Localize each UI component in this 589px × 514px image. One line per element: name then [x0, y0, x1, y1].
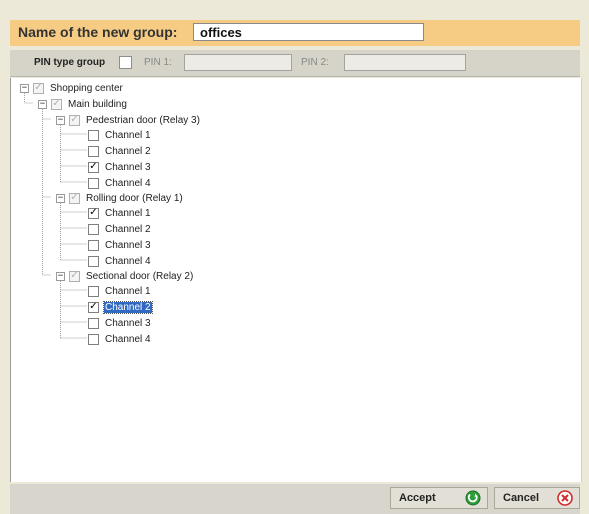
tree-node-pedestrian-door[interactable]: − ✓ Pedestrian door (Relay 3) [56, 112, 201, 128]
tree-node-label: Main building [68, 98, 127, 110]
collapse-icon[interactable]: − [56, 193, 65, 203]
tree-node-label: Sectional door (Relay 2) [86, 270, 194, 282]
channel-checkbox[interactable] [88, 239, 99, 251]
tree-checkbox[interactable]: ✓ [69, 114, 80, 126]
channel-checkbox[interactable]: ✓ [88, 161, 99, 173]
pin-settings-bar: PIN type group PIN 1: PIN 2: [10, 50, 580, 77]
tree-node-sectional-door[interactable]: − ✓ Sectional door (Relay 2) [56, 268, 194, 284]
tree-channel-item[interactable]: Channel 2 [88, 143, 152, 159]
channel-checkbox[interactable] [88, 129, 99, 141]
tree-channel-item[interactable]: ✓ Channel 3 [88, 159, 152, 175]
channel-label: Channel 1 [105, 285, 151, 297]
tree-node-rolling-door[interactable]: − ✓ Rolling door (Relay 1) [56, 190, 184, 206]
channel-label: Channel 4 [105, 255, 151, 267]
green-ok-icon [465, 490, 481, 506]
channel-checkbox[interactable] [88, 223, 99, 235]
pin-type-group-label: PIN type group [34, 57, 106, 68]
accept-button-label: Accept [399, 492, 436, 504]
channel-checkbox[interactable] [88, 177, 99, 189]
tree-node-main-building[interactable]: − ✓ Main building [38, 96, 128, 112]
channel-label: Channel 1 [105, 129, 151, 141]
tree-node-label: Rolling door (Relay 1) [86, 192, 183, 204]
channel-checkbox[interactable]: ✓ [88, 301, 99, 313]
tree-channel-item-selected[interactable]: ✓ Channel 2 [88, 299, 153, 315]
tree-channel-item[interactable]: Channel 1 [88, 127, 152, 143]
pin2-label: PIN 2: [301, 57, 329, 68]
tree-node-shopping-center[interactable]: − ✓ Shopping center [20, 80, 124, 96]
channel-label: Channel 3 [105, 317, 151, 329]
channel-label: Channel 3 [105, 239, 151, 251]
tree-channel-item[interactable]: Channel 1 [88, 283, 152, 299]
channel-label: Channel 2 [103, 300, 153, 314]
channel-checkbox[interactable] [88, 285, 99, 297]
tree-channel-item[interactable]: Channel 3 [88, 315, 152, 331]
channel-checkbox[interactable] [88, 255, 99, 267]
cancel-button[interactable]: Cancel [494, 487, 580, 509]
tree-node-label: Shopping center [50, 82, 123, 94]
channel-label: Channel 2 [105, 145, 151, 157]
channel-checkbox[interactable]: ✓ [88, 207, 99, 219]
pin1-input[interactable] [184, 54, 292, 71]
access-tree: − ✓ Shopping center − ✓ Main building − … [10, 78, 582, 482]
tree-channel-item[interactable]: Channel 4 [88, 253, 152, 269]
channel-checkbox[interactable] [88, 145, 99, 157]
channel-label: Channel 3 [105, 161, 151, 173]
tree-checkbox[interactable]: ✓ [69, 270, 80, 282]
tree-node-label: Pedestrian door (Relay 3) [86, 114, 200, 126]
tree-channel-item[interactable]: Channel 4 [88, 175, 152, 191]
channel-label: Channel 2 [105, 223, 151, 235]
collapse-icon[interactable]: − [56, 271, 65, 281]
cancel-button-label: Cancel [503, 492, 540, 504]
channel-checkbox[interactable] [88, 317, 99, 329]
tree-checkbox[interactable]: ✓ [33, 82, 44, 94]
tree-channel-item[interactable]: Channel 4 [88, 331, 152, 347]
channel-label: Channel 1 [105, 207, 151, 219]
channel-label: Channel 4 [105, 333, 151, 345]
collapse-icon[interactable]: − [56, 115, 65, 125]
channel-label: Channel 4 [105, 177, 151, 189]
accept-button[interactable]: Accept [390, 487, 488, 509]
pin2-input[interactable] [344, 54, 466, 71]
pin-type-group-checkbox[interactable] [119, 56, 132, 69]
group-name-label: Name of the new group: [18, 24, 178, 40]
tree-channel-item[interactable]: Channel 2 [88, 221, 152, 237]
tree-channel-item[interactable]: Channel 3 [88, 237, 152, 253]
dialog-footer: Accept Cancel [10, 484, 580, 514]
collapse-icon[interactable]: − [38, 99, 47, 109]
tree-channel-item[interactable]: ✓ Channel 1 [88, 205, 152, 221]
tree-checkbox[interactable]: ✓ [51, 98, 62, 110]
group-name-bar: Name of the new group: offices [10, 20, 580, 46]
group-name-input[interactable]: offices [193, 23, 424, 41]
pin1-label: PIN 1: [144, 57, 172, 68]
collapse-icon[interactable]: − [20, 83, 29, 93]
channel-checkbox[interactable] [88, 333, 99, 345]
red-close-icon [557, 490, 573, 506]
tree-checkbox[interactable]: ✓ [69, 192, 80, 204]
